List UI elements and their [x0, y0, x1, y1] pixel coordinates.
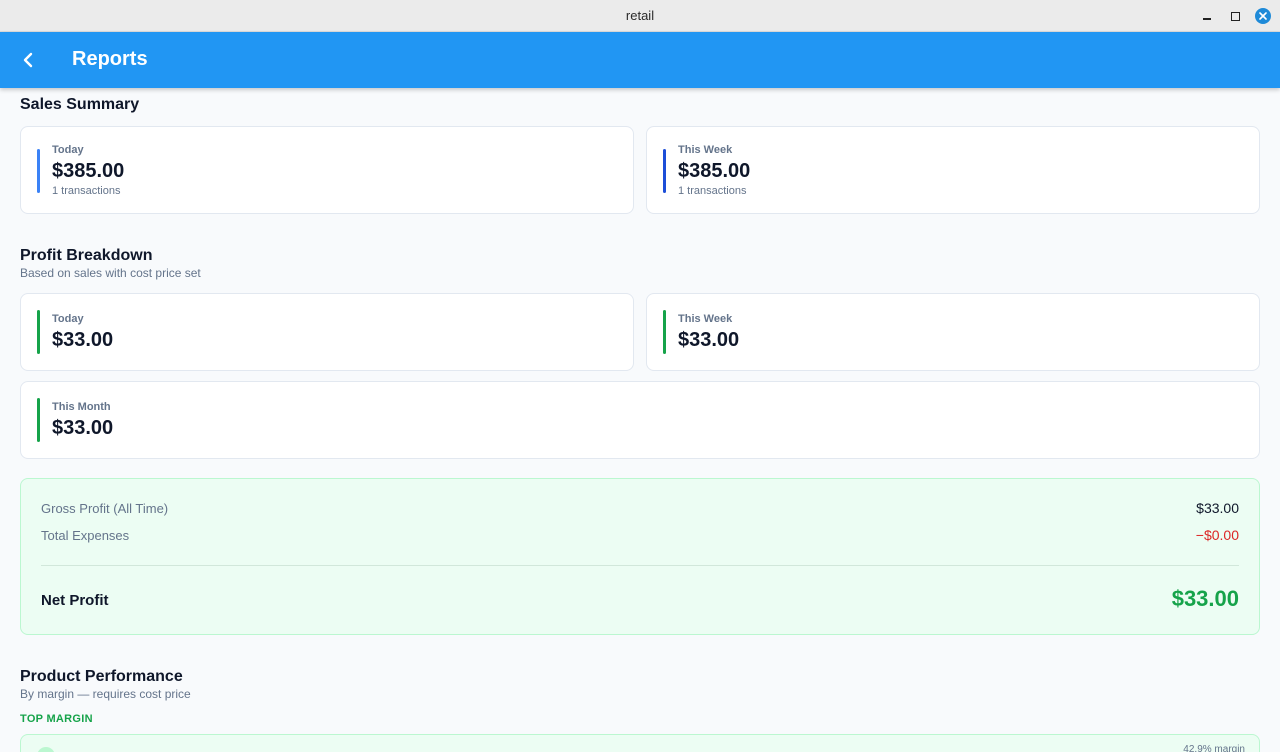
minimize-button[interactable]	[1199, 8, 1215, 24]
card-value: $385.00	[52, 160, 125, 182]
profit-breakdown-heading: Profit Breakdown	[20, 247, 153, 264]
maximize-icon	[1230, 11, 1240, 21]
top-margin-label: TOP MARGIN	[20, 713, 93, 725]
card-accent-bar	[37, 398, 40, 442]
back-arrow-icon	[23, 52, 33, 68]
page-title: Reports	[72, 48, 148, 70]
product-performance-heading: Product Performance	[20, 668, 183, 685]
card-label: This Week	[678, 144, 733, 156]
summary-divider	[41, 565, 1239, 566]
product-margin: 42.9% margin	[1183, 744, 1245, 752]
card-label: Today	[52, 313, 84, 325]
total-expenses-value: −$0.00	[1195, 527, 1239, 543]
minimize-icon	[1203, 18, 1211, 20]
card-value: $33.00	[52, 329, 114, 351]
card-subtext: 1 transactions	[52, 185, 121, 197]
card-label: Today	[52, 144, 84, 156]
total-expenses-label: Total Expenses	[41, 528, 130, 543]
close-button[interactable]	[1255, 8, 1271, 24]
profit-today-card: Today $33.00	[20, 293, 634, 371]
card-value: $33.00	[52, 417, 114, 439]
card-accent-bar	[37, 310, 40, 354]
card-accent-bar	[663, 149, 666, 193]
net-profit-label: Net Profit	[41, 592, 109, 609]
net-profit-value: $33.00	[1171, 586, 1239, 611]
app-bar: Reports	[0, 32, 1280, 88]
gross-profit-value: $33.00	[1196, 500, 1239, 516]
profit-breakdown-subheading: Based on sales with cost price set	[20, 266, 201, 280]
product-performance-subheading: By margin — requires cost price	[20, 687, 191, 701]
gross-profit-label: Gross Profit (All Time)	[41, 501, 169, 516]
top-margin-product-row[interactable]: 42.9% margin	[20, 734, 1260, 752]
profit-week-card: This Week $33.00	[646, 293, 1260, 371]
card-value: $385.00	[678, 160, 751, 182]
sales-summary-heading: Sales Summary	[20, 96, 140, 113]
back-button[interactable]	[14, 46, 42, 74]
card-accent-bar	[663, 310, 666, 354]
reports-content[interactable]: Sales Summary Today $385.00 1 transactio…	[0, 88, 1280, 752]
rank-badge	[37, 747, 55, 752]
card-label: This Month	[52, 401, 111, 413]
sales-today-card: Today $385.00 1 transactions	[20, 126, 634, 214]
window-titlebar: retail	[0, 0, 1280, 32]
card-subtext: 1 transactions	[678, 185, 747, 197]
window-title: retail	[625, 8, 655, 23]
card-value: $33.00	[678, 329, 740, 351]
close-icon	[1255, 8, 1271, 24]
profit-summary-card: Gross Profit (All Time) $33.00 Total Exp…	[20, 478, 1260, 635]
sales-week-card: This Week $385.00 1 transactions	[646, 126, 1260, 214]
card-accent-bar	[37, 149, 40, 193]
profit-month-card: This Month $33.00	[20, 381, 1260, 459]
card-label: This Week	[678, 313, 733, 325]
maximize-button[interactable]	[1227, 8, 1243, 24]
